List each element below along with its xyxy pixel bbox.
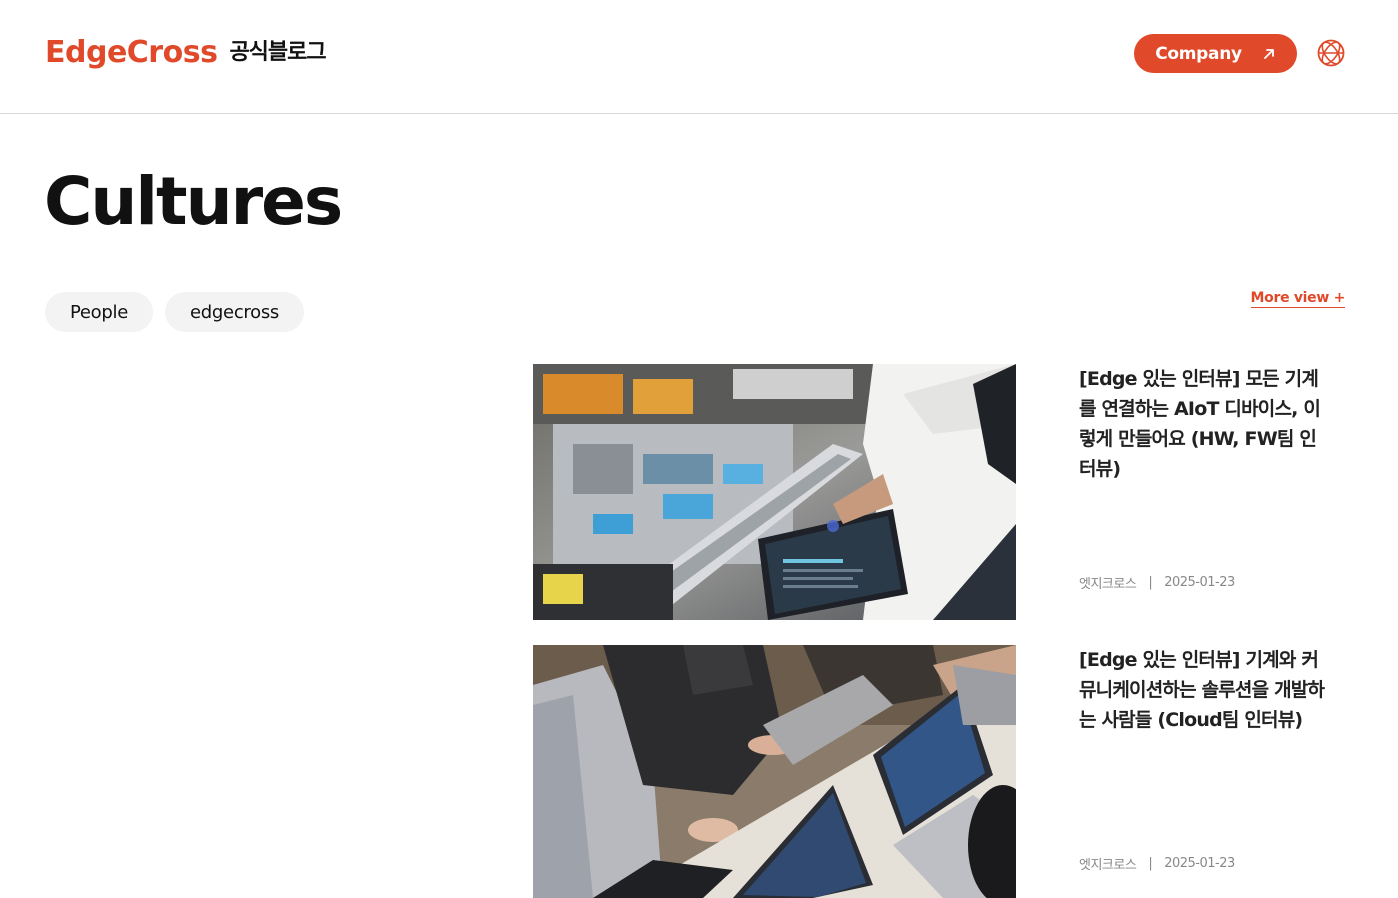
article-thumbnail-team[interactable] <box>533 645 1016 898</box>
article-title[interactable]: [Edge 있는 인터뷰] 기계와 커뮤니케이션하는 솔루션을 개발하는 사람들… <box>1079 645 1329 735</box>
globe-icon[interactable] <box>1316 38 1346 68</box>
meta-separator: | <box>1148 575 1153 590</box>
site-logo[interactable]: EdgeCross 공식블로그 <box>45 35 327 70</box>
page-title: Cultures <box>44 163 343 240</box>
brand-name: EdgeCross <box>45 35 218 70</box>
article-card[interactable]: [Edge 있는 인터뷰] 모든 기계를 연결하는 AIoT 디바이스, 이렇게… <box>533 364 1345 620</box>
tag-people[interactable]: People <box>45 292 154 332</box>
company-button-label: Company <box>1155 43 1242 64</box>
article-date: 2025-01-23 <box>1164 575 1235 590</box>
article-thumbnail-factory[interactable] <box>533 364 1016 620</box>
company-button[interactable]: Company <box>1134 34 1297 73</box>
brand-subtitle: 공식블로그 <box>229 40 326 65</box>
article-date: 2025-01-23 <box>1164 856 1235 871</box>
site-header: EdgeCross 공식블로그 Company <box>0 0 1398 114</box>
article-title[interactable]: [Edge 있는 인터뷰] 모든 기계를 연결하는 AIoT 디바이스, 이렇게… <box>1079 364 1329 484</box>
article-card[interactable]: [Edge 있는 인터뷰] 기계와 커뮤니케이션하는 솔루션을 개발하는 사람들… <box>533 645 1345 898</box>
article-author: 엣지크로스 <box>1079 858 1137 873</box>
arrow-up-right-icon <box>1263 48 1274 59</box>
more-view-link[interactable]: More view + <box>1250 290 1345 308</box>
meta-separator: | <box>1148 856 1153 871</box>
article-meta: 엣지크로스 | 2025-01-23 <box>1079 854 1235 873</box>
article-author: 엣지크로스 <box>1079 577 1137 592</box>
tag-edgecross[interactable]: edgecross <box>165 292 304 332</box>
article-meta: 엣지크로스 | 2025-01-23 <box>1079 573 1235 592</box>
tag-list: People edgecross <box>45 292 304 332</box>
